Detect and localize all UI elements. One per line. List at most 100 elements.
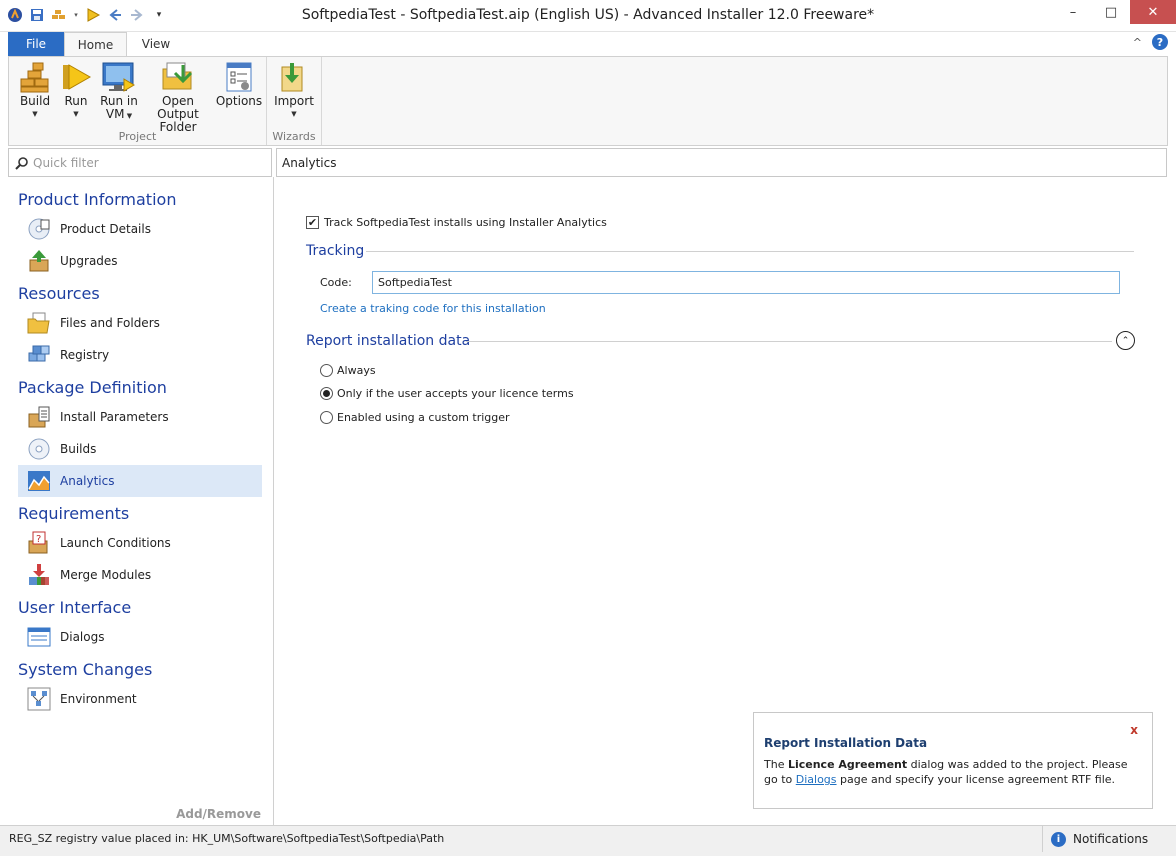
radio-label: Enabled using a custom trigger xyxy=(337,411,510,424)
collapse-section-icon[interactable]: ⌃ xyxy=(1116,331,1135,350)
run-in-vm-button[interactable]: Run in VM ▼ xyxy=(99,59,139,123)
quick-filter-placeholder: Quick filter xyxy=(33,156,99,170)
sidebar-item-environment[interactable]: Environment xyxy=(18,683,262,715)
sidebar-item-label: Dialogs xyxy=(60,630,105,644)
sidebar-item-product-details[interactable]: Product Details xyxy=(18,213,262,245)
radio-button[interactable] xyxy=(320,411,333,424)
notifications-label: Notifications xyxy=(1073,832,1149,846)
sidebar-item-registry[interactable]: Registry xyxy=(18,339,262,371)
window-controls: – □ ✕ xyxy=(1054,0,1176,24)
minimize-button[interactable]: – xyxy=(1054,0,1092,24)
import-button[interactable]: Import ▼ xyxy=(273,59,315,121)
sidebar-item-label: Product Details xyxy=(60,222,151,236)
track-installs-label: Track SoftpediaTest installs using Insta… xyxy=(324,216,607,229)
group-label-project: Project xyxy=(118,130,157,143)
open-folder-icon xyxy=(161,59,195,95)
window-title: SoftpediaTest - SoftpediaTest.aip (Engli… xyxy=(301,7,875,23)
radio-button[interactable] xyxy=(320,364,333,377)
notification-close-button[interactable]: x xyxy=(1130,723,1138,737)
close-button[interactable]: ✕ xyxy=(1130,0,1176,24)
create-tracking-code-link[interactable]: Create a traking code for this installat… xyxy=(320,302,546,315)
options-label: Options xyxy=(215,94,263,108)
sidebar-item-install-parameters[interactable]: Install Parameters xyxy=(18,401,262,433)
radio-always[interactable]: Always xyxy=(320,364,376,377)
sidebar-item-label: Registry xyxy=(60,348,110,362)
ribbon-group-project: Build ▼ Run ▼ Run in VM ▼ Open Output Fo… xyxy=(9,57,267,145)
search-icon xyxy=(15,156,29,173)
svg-text:?: ? xyxy=(36,534,41,545)
sidebar-item-label: Merge Modules xyxy=(60,568,152,582)
maximize-button[interactable]: □ xyxy=(1092,0,1130,24)
collapse-ribbon-icon[interactable]: ^ xyxy=(1133,36,1142,49)
virtual-machine-icon xyxy=(102,59,136,95)
radio-label: Only if the user accepts your licence te… xyxy=(337,387,574,400)
build-icon xyxy=(18,59,52,95)
run-in-vm-dropdown-icon[interactable]: ▼ xyxy=(124,112,132,120)
run-dropdown-icon[interactable]: ▼ xyxy=(73,108,78,121)
open-output-folder-button[interactable]: Open Output Folder xyxy=(141,59,215,134)
import-dropdown-icon[interactable]: ▼ xyxy=(291,108,296,121)
ribbon-right-controls: ^ ? xyxy=(1133,34,1168,50)
folder-icon xyxy=(26,310,52,336)
title-bar: ▾ ▾ SoftpediaTest - SoftpediaTest.aip (E… xyxy=(0,0,1176,32)
sidebar-item-label: Launch Conditions xyxy=(60,536,171,550)
ribbon: Build ▼ Run ▼ Run in VM ▼ Open Output Fo… xyxy=(8,56,1168,146)
radio-label: Always xyxy=(337,364,376,377)
import-icon xyxy=(277,59,311,95)
sidebar: Product Information Product Details Upgr… xyxy=(8,177,274,825)
sidebar-item-files-and-folders[interactable]: Files and Folders xyxy=(18,307,262,339)
track-installs-checkbox-row[interactable]: ✔ Track SoftpediaTest installs using Ins… xyxy=(306,216,607,229)
dialogs-link[interactable]: Dialogs xyxy=(796,773,837,786)
sidebar-item-label: Environment xyxy=(60,692,137,706)
merge-modules-icon xyxy=(26,562,52,588)
notification-body: The Licence Agreement dialog was added t… xyxy=(764,757,1144,787)
tab-file[interactable]: File xyxy=(8,32,64,56)
notification-title: Report Installation Data xyxy=(764,736,928,750)
group-label-wizards: Wizards xyxy=(272,130,316,143)
upgrades-icon xyxy=(26,248,52,274)
track-installs-checkbox[interactable]: ✔ xyxy=(306,216,319,229)
build-button[interactable]: Build ▼ xyxy=(17,59,53,121)
sidebar-item-analytics[interactable]: Analytics xyxy=(18,465,262,497)
notification-text: page and specify your license agreement … xyxy=(836,773,1116,786)
code-input[interactable]: SoftpediaTest xyxy=(372,271,1120,294)
category-package-definition: Package Definition xyxy=(18,378,167,397)
notifications-button[interactable]: i Notifications xyxy=(1042,826,1152,852)
launch-conditions-icon: ? xyxy=(26,530,52,556)
run-in-vm-label-2-text: VM xyxy=(105,107,125,121)
code-label: Code: xyxy=(320,276,352,289)
tab-view[interactable]: View xyxy=(127,32,185,56)
notification-popup: x Report Installation Data The Licence A… xyxy=(753,712,1153,809)
run-icon xyxy=(59,59,93,95)
product-details-icon xyxy=(26,216,52,242)
install-parameters-icon xyxy=(26,404,52,430)
radio-only-if-accepts[interactable]: Only if the user accepts your licence te… xyxy=(320,387,574,400)
open-output-label-1: Open Output xyxy=(157,94,199,121)
section-tracking: Tracking xyxy=(306,243,365,259)
quick-filter-input[interactable]: Quick filter xyxy=(8,148,272,177)
build-label: Build xyxy=(19,94,51,108)
info-icon: i xyxy=(1051,831,1066,847)
sidebar-item-launch-conditions[interactable]: ? Launch Conditions xyxy=(18,527,262,559)
environment-icon xyxy=(26,686,52,712)
dialogs-icon xyxy=(26,624,52,650)
help-icon[interactable]: ? xyxy=(1152,34,1168,50)
section-report-installation-data: Report installation data xyxy=(306,333,471,349)
notification-text: The xyxy=(764,758,788,771)
tab-home[interactable]: Home xyxy=(64,32,127,57)
build-dropdown-icon[interactable]: ▼ xyxy=(32,108,37,121)
sidebar-item-dialogs[interactable]: Dialogs xyxy=(18,621,262,653)
sidebar-item-label: Analytics xyxy=(60,474,115,488)
category-requirements: Requirements xyxy=(18,504,130,523)
radio-custom-trigger[interactable]: Enabled using a custom trigger xyxy=(320,411,510,424)
category-system-changes: System Changes xyxy=(18,660,153,679)
ribbon-tabs: File Home View ^ ? xyxy=(0,32,1176,57)
run-button[interactable]: Run ▼ xyxy=(59,59,93,121)
options-button[interactable]: Options xyxy=(216,59,262,108)
sidebar-item-builds[interactable]: Builds xyxy=(18,433,262,465)
radio-dot xyxy=(323,390,330,397)
sidebar-item-upgrades[interactable]: Upgrades xyxy=(18,245,262,277)
radio-button-selected[interactable] xyxy=(320,387,333,400)
add-remove-button[interactable]: Add/Remove xyxy=(176,807,261,821)
sidebar-item-merge-modules[interactable]: Merge Modules xyxy=(18,559,262,591)
